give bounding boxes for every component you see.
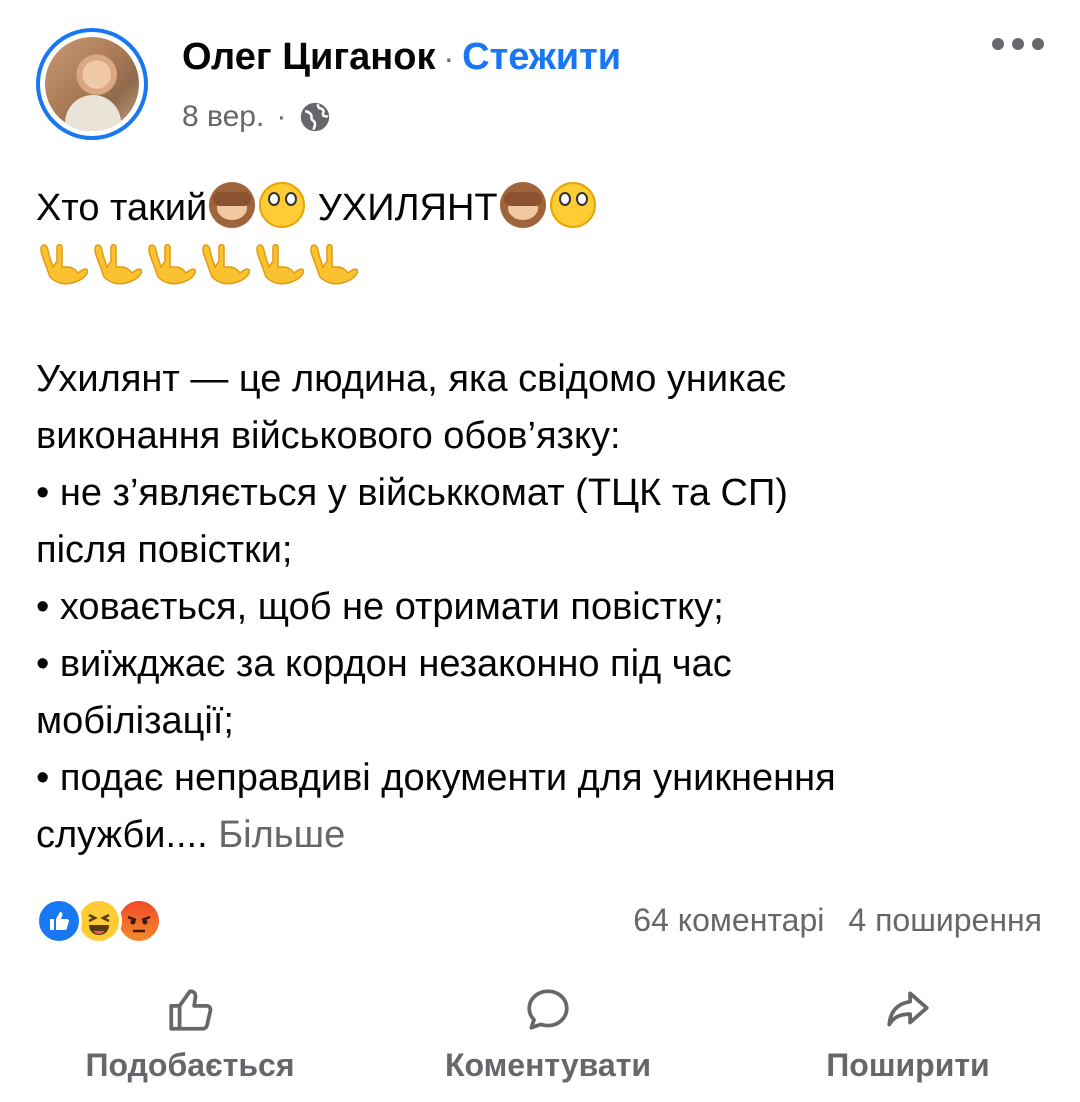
sign-of-horns-icon	[202, 244, 250, 285]
eye-roll-icon	[259, 182, 306, 228]
action-bar: Подобається Коментувати Поширити	[0, 985, 1080, 1095]
eye-roll-icon	[549, 182, 596, 228]
meta-separator: ·	[276, 100, 287, 133]
text-line-4: виконання військового обов’язку:	[36, 415, 621, 457]
engagement-stats: 64 коментарі 4 поширення	[633, 902, 1042, 939]
author-name[interactable]: Олег Циганок	[182, 36, 435, 78]
globe-icon	[301, 102, 330, 132]
more-options-icon[interactable]	[992, 38, 1044, 50]
text-line-11: служби.... Більше	[36, 807, 1046, 864]
sign-of-horns-icon	[310, 244, 358, 285]
post-header: Олег Циганок · Стежити 8 вер. ·	[0, 0, 1080, 160]
comment-bubble-icon	[527, 989, 569, 1030]
post-text: Хто такий УХИЛЯНТ Ухилянт — це людина, я…	[36, 180, 1046, 864]
reaction-summary[interactable]	[36, 896, 162, 946]
author-avatar[interactable]	[36, 28, 148, 140]
text-line-7: • ховається, щоб не отримати повістку;	[36, 586, 724, 628]
like-reaction-icon	[36, 898, 82, 944]
text-line-2	[36, 237, 1046, 294]
comment-label: Коментувати	[444, 1047, 652, 1083]
see-no-evil-monkey-icon	[209, 182, 256, 228]
post-date[interactable]: 8 вер.	[182, 100, 264, 134]
sign-of-horns-icon	[40, 244, 88, 285]
text-segment: Хто такий	[36, 187, 208, 229]
text-line-1: Хто такий УХИЛЯНТ	[36, 180, 1046, 237]
thumbs-up-icon	[169, 989, 213, 1031]
author-row: Олег Циганок · Стежити	[182, 36, 621, 79]
text-line-8: • виїжджає за кордон незаконно під час	[36, 643, 732, 685]
see-no-evil-monkey-icon	[499, 182, 546, 228]
text-line-9: мобілізації;	[36, 700, 234, 742]
text-line-3: Ухилянт — це людина, яка свідомо уникає	[36, 358, 787, 400]
haha-reaction-icon	[76, 898, 122, 944]
comments-count[interactable]: 64 коментарі	[633, 902, 824, 938]
share-arrow-icon	[887, 991, 929, 1027]
text-segment: УХИЛЯНТ	[307, 187, 498, 229]
like-label: Подобається	[85, 1047, 295, 1083]
share-button[interactable]: Поширити	[808, 985, 1008, 1084]
avatar-image	[45, 37, 139, 131]
post-meta: 8 вер. ·	[182, 100, 332, 134]
text-line-5: • не з’являється у військкомат (ТЦК та С…	[36, 472, 788, 514]
share-label: Поширити	[826, 1047, 990, 1083]
text-line-6: після повістки;	[36, 529, 293, 571]
shares-count[interactable]: 4 поширення	[848, 902, 1042, 938]
follow-button[interactable]: Стежити	[462, 36, 621, 78]
sign-of-horns-icon	[148, 244, 196, 285]
comment-button[interactable]: Коментувати	[438, 985, 658, 1084]
sign-of-horns-icon	[94, 244, 142, 285]
like-button[interactable]: Подобається	[80, 985, 300, 1084]
name-separator: ·	[443, 40, 455, 76]
text-line-10: • подає неправдиві документи для уникнен…	[36, 757, 836, 799]
see-more-link[interactable]: Більше	[218, 814, 345, 856]
angry-reaction-icon	[116, 898, 162, 944]
text-segment: служби....	[36, 814, 208, 856]
sign-of-horns-icon	[256, 244, 304, 285]
